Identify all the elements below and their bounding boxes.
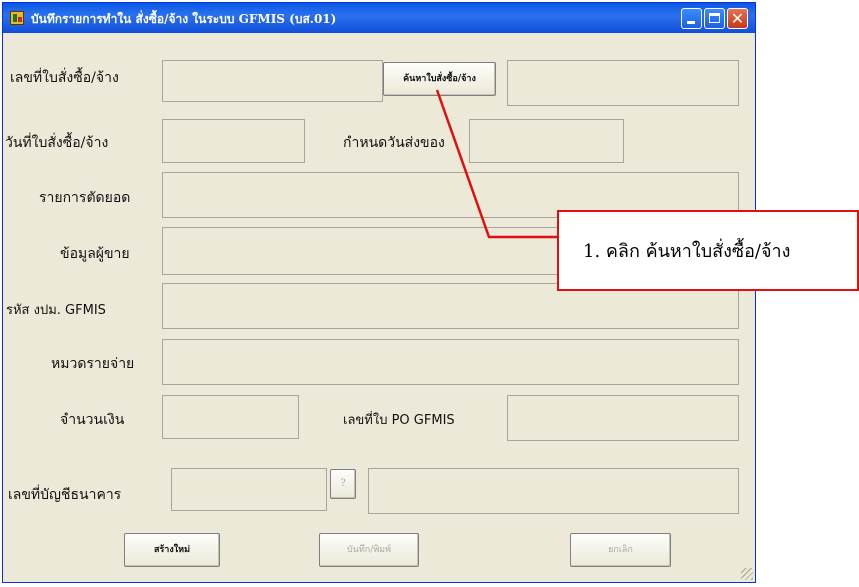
annotation-text: 1. คลิก ค้นหาใบสั่งซื้อ/จ้าง [583,241,791,262]
cutoff-items-label: รายการตัดยอด [39,190,131,206]
po-number-label: เลขที่ใบสั่งซื้อ/จ้าง [10,70,119,86]
cancel-button[interactable]: ยกเลิก [570,533,671,567]
close-icon: ✕ [730,9,745,28]
minimize-icon [687,21,695,24]
po-date-label: วันที่ใบสั่งซื้อ/จ้าง [5,135,109,151]
bank-account-help-button[interactable]: ? [330,469,356,499]
delivery-due-field[interactable] [469,119,624,163]
annotation-callout: 1. คลิก ค้นหาใบสั่งซื้อ/จ้าง [557,210,859,291]
po-gfmis-number-field[interactable] [507,395,739,441]
delivery-due-label: กำหนดวันส่งของ [343,135,445,151]
expense-category-label: หมวดรายจ่าย [51,356,135,372]
po-gfmis-number-label: เลขที่ใบ PO GFMIS [343,413,455,428]
expense-category-field[interactable] [162,339,739,385]
bank-account-description-field [368,468,739,514]
gfmis-budget-code-label: รหัส งปม. GFMIS [6,303,106,318]
po-search-result-field [507,60,739,106]
vendor-info-label: ข้อมูลผู้ขาย [60,246,130,262]
amount-label: จำนวนเงิน [60,412,125,428]
po-number-field[interactable] [162,60,383,102]
bank-account-field[interactable] [171,468,327,511]
maximize-icon [709,13,720,23]
new-button[interactable]: สร้างใหม่ [124,533,220,567]
resize-grip[interactable] [741,568,753,580]
minimize-button[interactable] [681,8,702,29]
search-po-button[interactable]: ค้นหาใบสั่งซื้อ/จ้าง [383,62,496,96]
app-icon [10,11,24,25]
maximize-button[interactable] [704,8,725,29]
bank-account-label: เลขที่บัญชีธนาคาร [8,487,122,503]
save-print-button[interactable]: บันทึก/พิมพ์ [319,533,419,567]
po-record-window: บันทึกรายการทำใน สั่งซื้อ/จ้าง ในระบบ GF… [2,2,756,583]
close-button[interactable]: ✕ [727,8,748,29]
amount-field[interactable] [162,395,299,439]
window-title: บันทึกรายการทำใน สั่งซื้อ/จ้าง ในระบบ GF… [31,12,337,26]
title-bar[interactable]: บันทึกรายการทำใน สั่งซื้อ/จ้าง ในระบบ GF… [3,3,755,33]
po-date-field[interactable] [162,119,305,163]
